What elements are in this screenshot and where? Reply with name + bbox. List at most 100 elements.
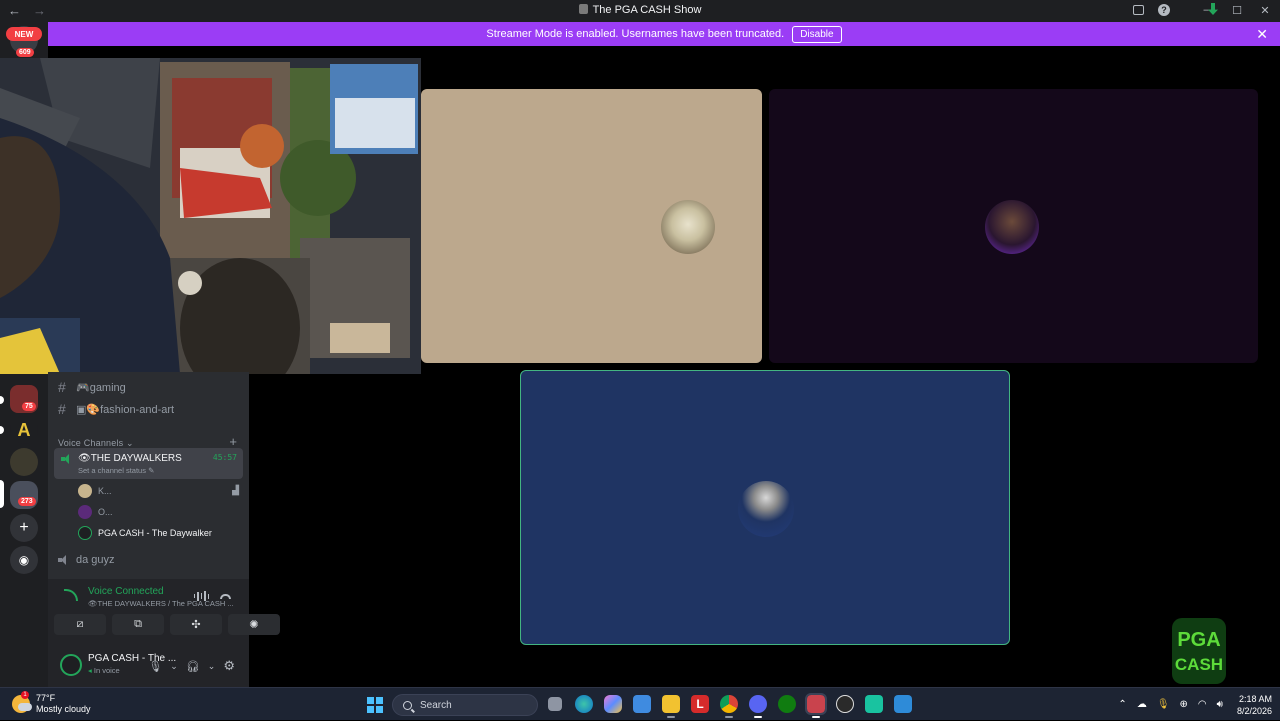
mention-badge: 273 — [18, 497, 36, 506]
activities-button[interactable]: ✣ — [170, 614, 222, 635]
selected-pill — [0, 480, 4, 508]
member-name: PGA CASH - The Daywalker — [98, 528, 212, 538]
obs-icon[interactable] — [836, 695, 854, 713]
text-channel-fashion-and-art[interactable]: # ▣🎨fashion-and-art — [58, 401, 174, 417]
participant-tile-1[interactable] — [421, 89, 762, 363]
onedrive-icon[interactable]: ☁ — [1137, 699, 1147, 710]
voice-header-label: Voice Channels — [58, 438, 124, 448]
discord-icon[interactable] — [749, 695, 767, 718]
streaming-app-icon[interactable] — [805, 693, 827, 718]
hash-icon: # — [58, 379, 66, 395]
speaker-icon — [58, 555, 70, 565]
copilot-icon[interactable] — [604, 695, 622, 713]
chrome-icon[interactable] — [720, 695, 738, 718]
taskbar-search[interactable]: Search — [392, 694, 538, 716]
svg-text:PGA: PGA — [1177, 629, 1220, 651]
voice-channel-da-guyz[interactable]: da guyz — [58, 554, 115, 566]
help-icon[interactable]: ? — [1158, 4, 1170, 16]
activities-icon: ✣ — [191, 619, 201, 631]
temperature: 77°F — [36, 693, 56, 703]
mention-badge: 75 — [22, 402, 36, 411]
taskbar-apps: L — [546, 693, 912, 718]
camera-off-icon: ⧄ — [76, 618, 84, 630]
noise-suppression-icon[interactable] — [193, 591, 209, 601]
l-app-icon[interactable]: L — [691, 695, 709, 713]
mention-badge: 609 — [16, 48, 34, 57]
close-window-icon[interactable]: ✕ — [1258, 3, 1272, 17]
soundboard-button[interactable]: ✺ — [228, 614, 280, 635]
window-titlebar: ← → The PGA CASH Show ? — ☐ ✕ — [0, 0, 1280, 22]
voice-member-self[interactable]: PGA CASH - The Daywalker — [78, 526, 212, 540]
microphone-icon[interactable]: 🎙︎ — [148, 660, 162, 673]
server-icon-dark[interactable] — [10, 448, 38, 476]
webcam-overlay — [0, 58, 421, 374]
streamer-mode-banner: Streamer Mode is enabled. Usernames have… — [48, 22, 1280, 46]
maximize-icon[interactable]: ☐ — [1230, 3, 1244, 17]
speaker-small-icon: ◂ — [88, 666, 92, 675]
search-icon — [403, 700, 412, 710]
vpn-icon[interactable]: ⊕ — [1180, 699, 1188, 710]
settings-gear-icon[interactable]: ⚙ — [223, 658, 235, 674]
channel-status-label: Set a channel status — [78, 466, 146, 475]
wifi-icon[interactable]: ◠ — [1198, 699, 1207, 710]
unread-pill — [0, 426, 4, 434]
volume-icon[interactable]: 🔊︎ — [1217, 699, 1223, 710]
voice-channel-daywalkers[interactable]: 👁THE DAYWALKERS 45:57 Set a channel stat… — [54, 448, 243, 479]
user-panel: PGA CASH - The ... ◂ In voice 🎙︎ ⌄ 🎧︎ ⌄ … — [48, 645, 249, 687]
voice-channel-name: 👁THE DAYWALKERS — [78, 453, 182, 464]
text-channel-gaming[interactable]: # 🎮gaming — [58, 379, 126, 395]
participant-avatar — [985, 200, 1039, 254]
weather-alert-badge: 1 — [21, 691, 29, 699]
chat-app-icon[interactable] — [865, 695, 883, 713]
inbox-icon[interactable] — [1133, 5, 1144, 15]
member-avatar — [78, 505, 92, 519]
disable-streamer-mode-button[interactable]: Disable — [792, 25, 842, 43]
clock-time: 2:18 AM — [1238, 693, 1272, 704]
voice-member[interactable]: O... — [78, 505, 113, 519]
weather-widget[interactable]: 1 77°F Mostly cloudy — [12, 691, 91, 715]
participant-tile-2[interactable] — [769, 89, 1258, 363]
camera-off-button[interactable]: ⧄ — [54, 614, 106, 635]
start-button[interactable] — [367, 697, 383, 713]
hash-icon: # — [58, 401, 66, 417]
microphone-icon[interactable]: 🎙︎ — [1157, 699, 1170, 710]
set-channel-status[interactable]: Set a channel status ✎ — [78, 466, 154, 475]
edge-icon[interactable] — [575, 695, 593, 713]
windows-taskbar: 1 77°F Mostly cloudy Search L ⌃ ☁ 🎙︎ ⊕ ◠… — [0, 687, 1280, 720]
pga-cash-logo: PGA CASH — [1172, 618, 1226, 684]
member-name: K... — [98, 486, 112, 496]
disconnect-icon[interactable] — [220, 594, 231, 599]
chevron-down-icon[interactable]: ⌄ — [170, 661, 178, 672]
voice-connected-subtitle[interactable]: 👁THE DAYWALKERS / The PGA CASH ... — [88, 599, 234, 608]
system-tray: ⌃ ☁ 🎙︎ ⊕ ◠ 🔊︎ 2:18 AM 8/2/2026 — [1118, 688, 1272, 721]
banner-message: Streamer Mode is enabled. Usernames have… — [486, 28, 785, 40]
channel-icon — [578, 4, 588, 14]
add-server-icon[interactable]: + — [10, 514, 38, 542]
unread-pill — [0, 396, 4, 404]
screen-share-icon: ▟ — [232, 485, 239, 495]
file-explorer-icon[interactable] — [662, 695, 680, 718]
discover-icon[interactable]: ◉ — [10, 546, 38, 574]
create-channel-icon[interactable]: + — [229, 434, 237, 449]
chevron-down-icon: ⌄ — [126, 438, 134, 448]
task-view-icon[interactable] — [548, 697, 562, 711]
xbox-icon[interactable] — [778, 695, 796, 713]
gallery-app-icon[interactable] — [894, 695, 912, 713]
headphones-icon[interactable]: 🎧︎ — [186, 660, 200, 673]
window-title: The PGA CASH Show — [0, 4, 1280, 16]
speaker-icon — [61, 454, 73, 464]
photo-app-icon[interactable] — [633, 695, 651, 713]
signal-icon[interactable] — [64, 589, 78, 601]
share-screen-button[interactable]: ⧉ — [112, 614, 164, 635]
server-icon-a[interactable]: A — [10, 416, 38, 444]
webcam-scene — [0, 58, 421, 374]
chevron-up-icon[interactable]: ⌃ — [1118, 699, 1126, 710]
voice-action-buttons: ⧄ ⧉ ✣ ✺ — [54, 614, 280, 635]
participant-avatar — [661, 200, 715, 254]
chevron-down-icon[interactable]: ⌄ — [208, 661, 216, 672]
close-banner-icon[interactable]: ✕ — [1256, 26, 1268, 43]
voice-member[interactable]: K... — [78, 484, 112, 498]
participant-tile-self[interactable] — [520, 370, 1010, 645]
user-avatar[interactable] — [60, 654, 82, 676]
system-clock[interactable]: 2:18 AM 8/2/2026 — [1237, 693, 1272, 717]
